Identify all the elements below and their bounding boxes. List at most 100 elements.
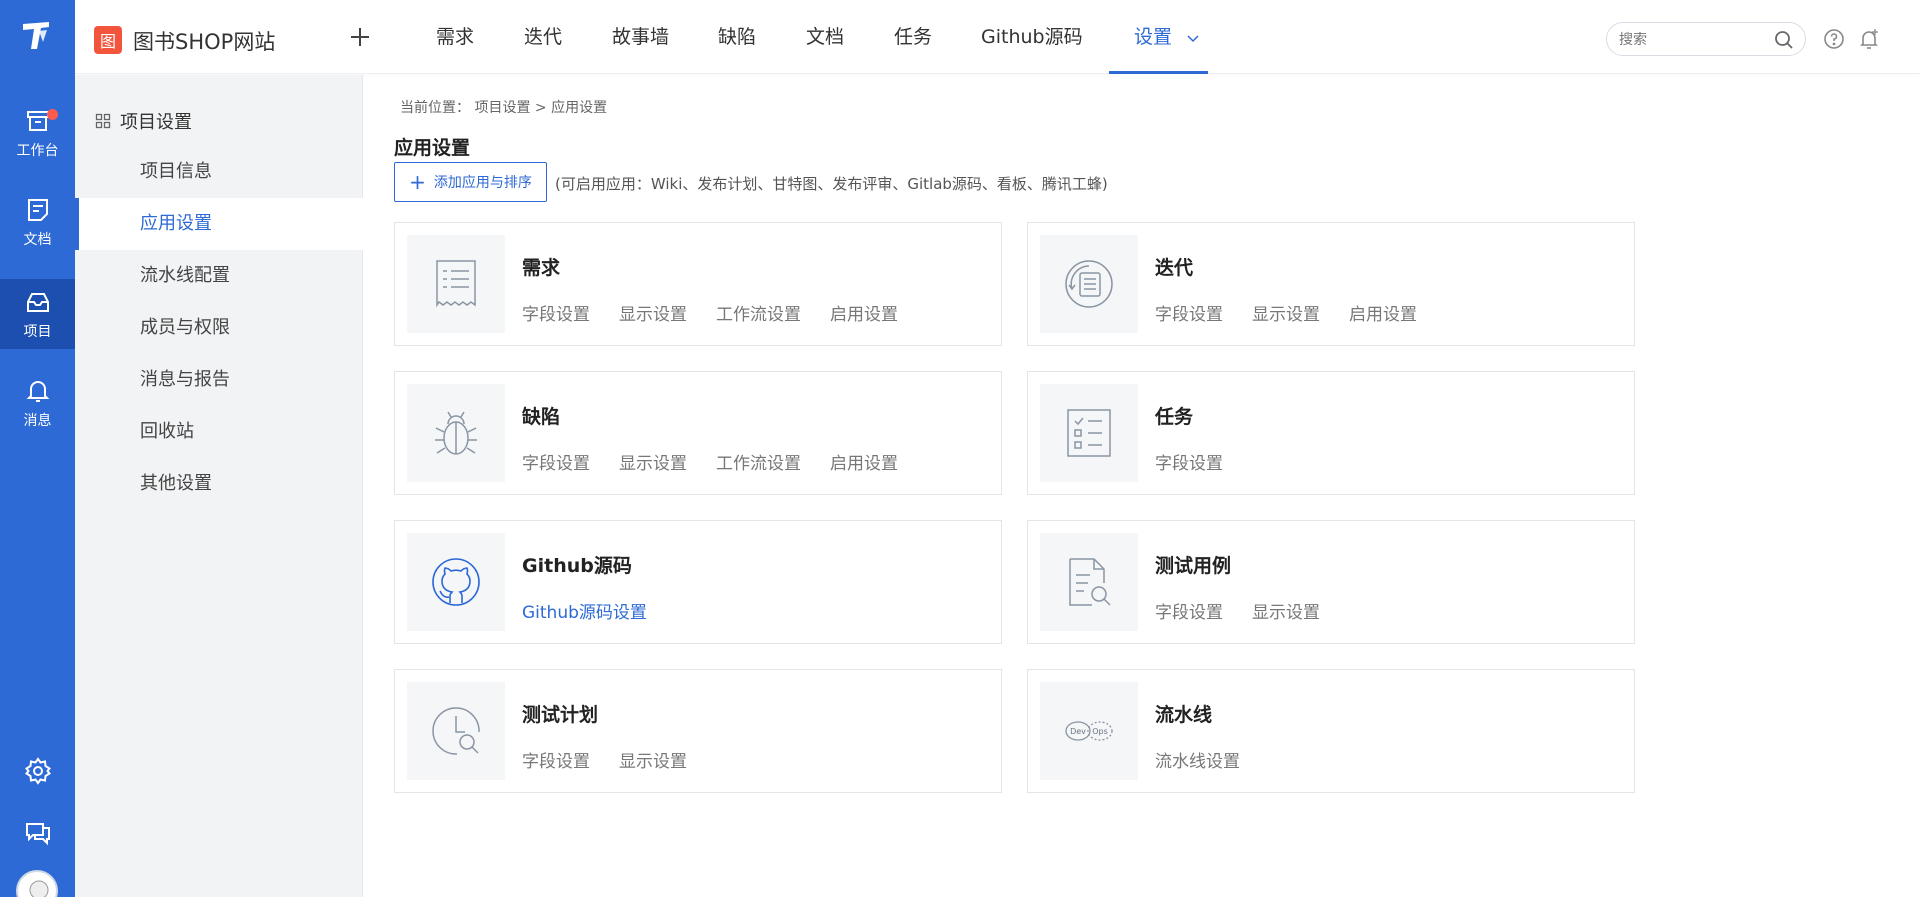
settings-sidebar: 项目设置 项目信息 应用设置 流水线配置 成员与权限 消息与报告 回收站 其他设… (75, 75, 363, 897)
sidebar-item-recycle-bin[interactable]: 回收站 (75, 406, 363, 458)
tab-tasks[interactable]: 任务 (894, 22, 932, 49)
add-app-button-label: 添加应用与排序 (433, 175, 532, 191)
sidebar-item-app-settings[interactable]: 应用设置 (75, 198, 363, 250)
rail-item-workbench[interactable]: 工作台 (0, 98, 75, 168)
devops-icon: Dev Ops (1065, 721, 1113, 741)
search-box[interactable] (1606, 22, 1806, 56)
notification-dot (47, 109, 58, 120)
user-notification-icon[interactable] (1857, 27, 1881, 51)
rail-item-label: 项目 (23, 323, 52, 340)
display-settings-link[interactable]: 显示设置 (1252, 305, 1320, 325)
app-card-iterations: 迭代 字段设置 显示设置 启用设置 (1027, 222, 1635, 346)
app-card-icon-box: Dev Ops (1040, 682, 1138, 780)
tab-settings[interactable]: 设置 (1134, 22, 1200, 49)
bell-icon (26, 380, 49, 402)
pipeline-settings-link[interactable]: 流水线设置 (1155, 752, 1240, 772)
grid-icon (95, 113, 111, 129)
test-case-icon (1069, 558, 1111, 606)
sidebar-item-messages-reports[interactable]: 消息与报告 (75, 354, 363, 406)
display-settings-link[interactable]: 显示设置 (619, 305, 687, 325)
sidebar-item-project-info[interactable]: 项目信息 (75, 146, 363, 198)
app-card-links: 字段设置 显示设置 启用设置 (1155, 300, 1446, 325)
chat-icon (25, 823, 50, 846)
field-settings-link[interactable]: 字段设置 (1155, 603, 1223, 623)
tab-story-wall[interactable]: 故事墙 (612, 22, 669, 49)
left-rail: 工作台 文档 项目 消息 (0, 0, 75, 897)
app-card-links: 字段设置 显示设置 工作流设置 启用设置 (522, 300, 927, 325)
tab-iterations[interactable]: 迭代 (524, 22, 562, 49)
gear-icon (24, 757, 51, 785)
active-tab-indicator (1109, 71, 1208, 74)
help-icon[interactable] (1822, 27, 1846, 51)
top-bar: 图 图书SHOP网站 需求 迭代 故事墙 缺陷 文档 任务 Github源码 设… (75, 0, 1920, 74)
avatar[interactable] (16, 870, 58, 897)
project-name[interactable]: 图书SHOP网站 (133, 26, 275, 56)
sidebar-item-other-settings[interactable]: 其他设置 (75, 458, 363, 510)
rail-item-label: 消息 (23, 412, 52, 429)
app-card-title: 需求 (522, 257, 561, 279)
settings-button[interactable] (0, 756, 75, 786)
settings-sidebar-title: 项目设置 (95, 108, 192, 134)
github-settings-link[interactable]: Github源码设置 (522, 603, 647, 623)
display-settings-link[interactable]: 显示设置 (1252, 603, 1320, 623)
app-card-links: Github源码设置 (522, 598, 676, 623)
app-card-icon-box (407, 384, 505, 482)
app-card-icon-box (407, 533, 505, 631)
app-card-title: 缺陷 (522, 406, 561, 428)
available-apps-hint: (可启用应用：Wiki、发布计划、甘特图、发布评审、Gitlab源码、看板、腾讯… (555, 175, 1108, 193)
field-settings-link[interactable]: 字段设置 (522, 305, 590, 325)
enable-settings-link[interactable]: 启用设置 (830, 305, 898, 325)
settings-sidebar-title-label: 项目设置 (120, 112, 192, 133)
app-logo-icon[interactable] (19, 18, 55, 54)
workflow-settings-link[interactable]: 工作流设置 (716, 305, 801, 325)
app-card-requirements: 需求 字段设置 显示设置 工作流设置 启用设置 (394, 222, 1002, 346)
sidebar-item-members[interactable]: 成员与权限 (75, 302, 363, 354)
rail-item-label: 工作台 (16, 142, 59, 159)
app-card-links: 流水线设置 (1155, 747, 1269, 772)
workflow-settings-link[interactable]: 工作流设置 (716, 454, 801, 474)
search-icon[interactable] (1773, 29, 1795, 51)
project-badge[interactable]: 图 (94, 26, 122, 54)
plus-icon[interactable] (345, 22, 375, 52)
tab-github[interactable]: Github源码 (981, 22, 1083, 49)
add-app-button[interactable]: + 添加应用与排序 (394, 162, 547, 202)
field-settings-link[interactable]: 字段设置 (1155, 454, 1223, 474)
app-card-icon-box (407, 682, 505, 780)
field-settings-link[interactable]: 字段设置 (522, 752, 590, 772)
search-input[interactable] (1619, 30, 1769, 50)
display-settings-link[interactable]: 显示设置 (619, 752, 687, 772)
iteration-icon (1065, 260, 1113, 308)
app-card-title: 任务 (1155, 406, 1194, 428)
tab-requirements[interactable]: 需求 (436, 22, 474, 49)
feedback-button[interactable] (0, 818, 75, 848)
tab-documents[interactable]: 文档 (806, 22, 844, 49)
rail-item-label: 文档 (23, 231, 52, 248)
rail-item-project[interactable]: 项目 (0, 279, 75, 349)
devops-icon-dev-text: Dev (1070, 727, 1086, 736)
requirement-icon (436, 260, 476, 308)
sidebar-item-pipeline-config[interactable]: 流水线配置 (75, 250, 363, 302)
app-card-defects: 缺陷 字段设置 显示设置 工作流设置 启用设置 (394, 371, 1002, 495)
app-card-icon-box (1040, 533, 1138, 631)
rail-item-messages[interactable]: 消息 (0, 368, 75, 438)
task-icon (1067, 409, 1111, 457)
enable-settings-link[interactable]: 启用设置 (1349, 305, 1417, 325)
devops-icon-ops-text: Ops (1092, 727, 1108, 736)
avatar-image (29, 880, 49, 897)
test-plan-icon (432, 707, 480, 755)
field-settings-link[interactable]: 字段设置 (1155, 305, 1223, 325)
chevron-down-icon (1187, 34, 1199, 42)
app-card-icon-box (1040, 384, 1138, 482)
field-settings-link[interactable]: 字段设置 (522, 454, 590, 474)
app-card-links: 字段设置 (1155, 449, 1252, 474)
tab-settings-label: 设置 (1134, 26, 1173, 48)
app-card-github: Github源码 Github源码设置 (394, 520, 1002, 644)
enable-settings-link[interactable]: 启用设置 (830, 454, 898, 474)
document-icon (27, 198, 48, 221)
display-settings-link[interactable]: 显示设置 (619, 454, 687, 474)
tab-defects[interactable]: 缺陷 (718, 22, 756, 49)
app-card-links: 字段设置 显示设置 (1155, 598, 1349, 623)
rail-item-docs[interactable]: 文档 (0, 187, 75, 257)
app-card-pipeline: Dev Ops 流水线 流水线设置 (1027, 669, 1635, 793)
app-card-test-plans: 测试计划 字段设置 显示设置 (394, 669, 1002, 793)
